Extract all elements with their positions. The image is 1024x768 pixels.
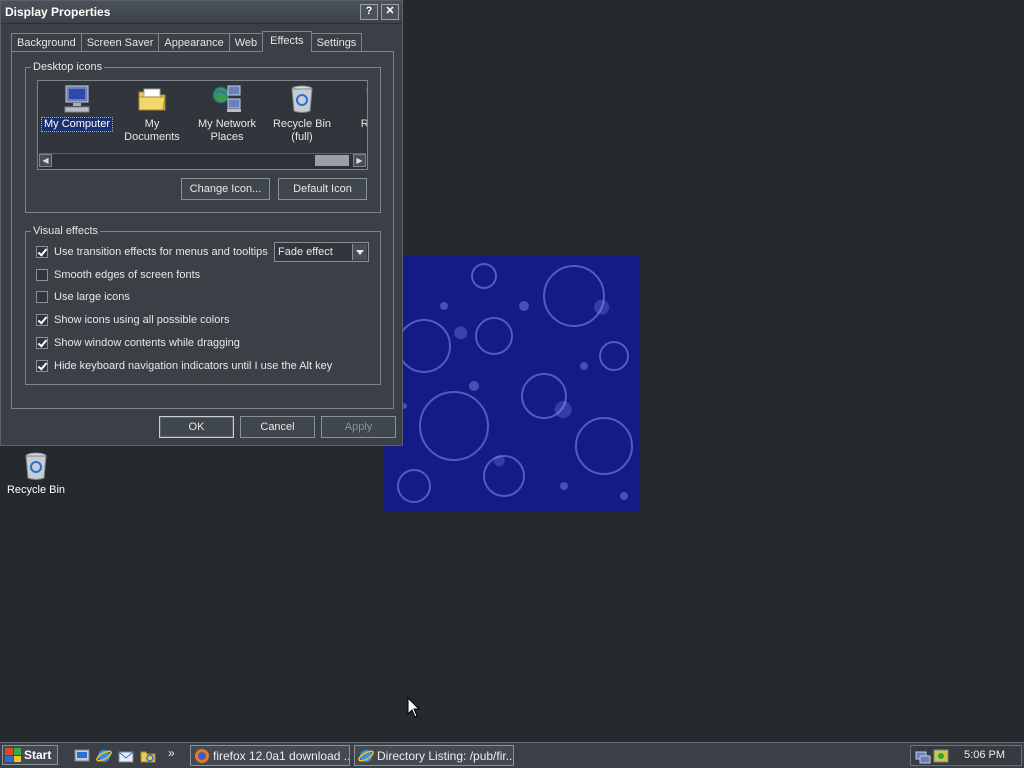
smooth-fonts-checkbox[interactable] <box>36 269 48 281</box>
hide-keyboard-indicators-label: Hide keyboard navigation indicators unti… <box>54 360 333 372</box>
wallpaper <box>384 256 640 512</box>
change-icon-button[interactable]: Change Icon... <box>181 178 270 200</box>
task-label-firefox: firefox 12.0a1 download ... <box>213 748 350 763</box>
task-button-firefox[interactable]: firefox 12.0a1 download ... <box>190 745 350 766</box>
transition-effects-label: Use transition effects for menus and too… <box>54 246 268 258</box>
system-tray: 5:06 PM <box>910 745 1022 766</box>
wallpaper-swirls <box>397 263 633 503</box>
close-button[interactable]: ✕ <box>381 4 399 20</box>
windows-logo-icon <box>5 748 21 762</box>
desktop-recycle-bin[interactable]: Recycle Bin <box>4 450 68 496</box>
taskbar: Start » firefox 12.0a1 download ... Dire… <box>0 742 1024 768</box>
icon-label-my-documents: My Documents <box>124 118 180 143</box>
tab-web[interactable]: Web <box>228 33 264 51</box>
recycle-bin-icon <box>20 450 52 482</box>
mouse-cursor-icon <box>407 697 421 718</box>
large-icons-checkbox[interactable] <box>36 291 48 303</box>
large-icons-label: Use large icons <box>54 291 130 303</box>
option-transition-effects[interactable]: Use transition effects for menus and too… <box>36 244 268 260</box>
desktop-recycle-bin-label: Recycle Bin <box>6 484 66 496</box>
visual-effects-legend: Visual effects <box>33 225 99 237</box>
tab-settings[interactable]: Settings <box>310 33 363 51</box>
firefox-icon <box>195 748 209 763</box>
tab-screen-saver[interactable]: Screen Saver <box>80 33 160 51</box>
ok-button[interactable]: OK <box>159 416 234 438</box>
tab-effects[interactable]: Effects <box>262 31 312 52</box>
option-hide-keyboard-indicators[interactable]: Hide keyboard navigation indicators unti… <box>36 358 332 374</box>
volume-tray-icon[interactable] <box>933 748 949 764</box>
transition-effect-value: Fade effect <box>278 246 333 258</box>
icon-item-my-computer[interactable]: My Computer <box>39 83 115 132</box>
desktop: Recycle Bin Display Properties ? ✕ Backg… <box>0 0 1024 768</box>
recycle-bin-icon <box>286 83 318 115</box>
recycle-bin-icon <box>361 83 367 115</box>
icon-item-my-documents[interactable]: My Documents <box>114 83 190 144</box>
help-button[interactable]: ? <box>360 4 378 20</box>
start-button[interactable]: Start <box>2 745 58 765</box>
icon-label-recycle-bin-full: Recycle Bin (full) <box>272 118 332 143</box>
show-desktop-icon[interactable] <box>74 748 90 764</box>
tab-background[interactable]: Background <box>11 33 82 51</box>
icon-item-recycle-bin-empty[interactable]: Rec (e <box>339 83 368 131</box>
task-button-directory-listing[interactable]: Directory Listing: /pub/fir... <box>354 745 514 766</box>
all-colors-checkbox[interactable] <box>36 314 48 326</box>
scroll-right-arrow-icon[interactable]: ▶ <box>353 154 366 167</box>
option-window-contents-dragging[interactable]: Show window contents while dragging <box>36 335 240 351</box>
cancel-button[interactable]: Cancel <box>240 416 315 438</box>
network-icon <box>211 83 243 115</box>
title-bar[interactable]: Display Properties ? ✕ <box>1 1 402 24</box>
hide-keyboard-indicators-checkbox[interactable] <box>36 360 48 372</box>
display-properties-window: Display Properties ? ✕ Background Screen… <box>0 0 403 446</box>
quick-launch-chevron[interactable]: » <box>168 746 175 760</box>
window-contents-dragging-checkbox[interactable] <box>36 337 48 349</box>
desktop-icons-legend: Desktop icons <box>33 61 103 73</box>
icon-item-recycle-bin-full[interactable]: Recycle Bin (full) <box>264 83 340 144</box>
window-title: Display Properties <box>5 5 111 19</box>
outlook-express-icon[interactable] <box>118 748 134 764</box>
network-tray-icon[interactable] <box>915 748 931 764</box>
all-colors-label: Show icons using all possible colors <box>54 314 230 326</box>
computer-icon <box>61 83 93 115</box>
windows-explorer-icon[interactable] <box>140 748 156 764</box>
tab-strip: Background Screen Saver Appearance Web E… <box>11 31 363 52</box>
ie-icon <box>358 749 374 762</box>
scroll-thumb[interactable] <box>315 155 349 166</box>
option-all-colors[interactable]: Show icons using all possible colors <box>36 312 229 328</box>
option-smooth-fonts[interactable]: Smooth edges of screen fonts <box>36 267 200 283</box>
task-label-directory-listing: Directory Listing: /pub/fir... <box>377 748 514 763</box>
icon-item-my-network-places[interactable]: My Network Places <box>189 83 265 144</box>
icon-label-my-network-places: My Network Places <box>197 118 257 143</box>
transition-effect-select[interactable]: Fade effect <box>274 242 369 262</box>
internet-explorer-icon[interactable] <box>96 748 112 764</box>
default-icon-button[interactable]: Default Icon <box>278 178 367 200</box>
clock[interactable]: 5:06 PM <box>964 749 1005 761</box>
option-large-icons[interactable]: Use large icons <box>36 289 130 305</box>
scroll-left-arrow-icon[interactable]: ◀ <box>39 154 52 167</box>
chevron-down-icon[interactable] <box>352 244 367 260</box>
tab-appearance[interactable]: Appearance <box>158 33 230 51</box>
transition-effects-checkbox[interactable] <box>36 246 48 258</box>
icon-label-recycle-bin-empty: Rec (e <box>360 118 368 130</box>
start-label: Start <box>24 748 52 762</box>
apply-button[interactable]: Apply <box>321 416 396 438</box>
window-contents-dragging-label: Show window contents while dragging <box>54 337 240 349</box>
icons-horizontal-scrollbar[interactable]: ◀ ▶ <box>39 153 366 168</box>
smooth-fonts-label: Smooth edges of screen fonts <box>54 269 201 281</box>
desktop-icons-list[interactable]: My Computer My Documents My Network Plac… <box>37 80 368 170</box>
folder-icon <box>136 83 168 115</box>
icon-label-my-computer: My Computer <box>40 117 114 132</box>
